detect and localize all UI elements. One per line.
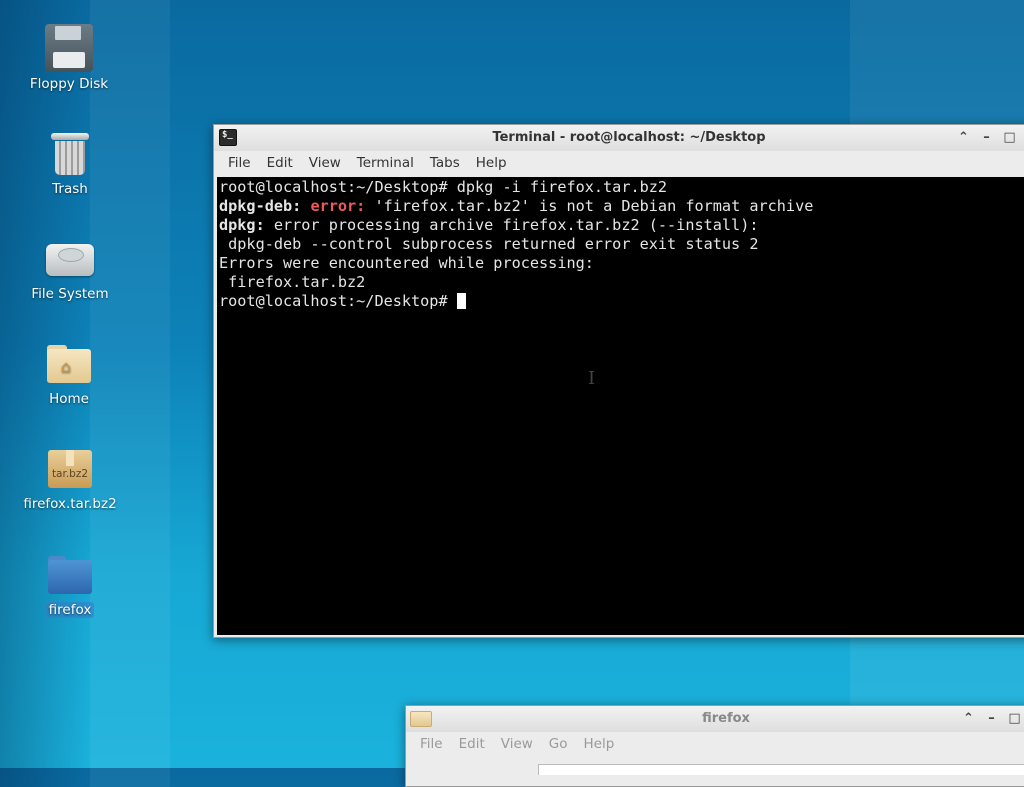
terminal-line: firefox.tar.bz2	[219, 273, 366, 291]
floppy-disk-icon	[45, 24, 93, 72]
folder-icon	[410, 711, 432, 727]
file-manager-window[interactable]: firefox ⌃ – □ File Edit View Go Help	[405, 705, 1024, 787]
ibeam-cursor-icon: I	[588, 368, 596, 389]
window-title: Terminal - root@localhost: ~/Desktop	[492, 130, 766, 145]
archive-icon: tar.bz2	[46, 444, 94, 492]
terminal-icon: $_	[219, 129, 237, 146]
desktop-icon-label: File System	[31, 286, 109, 302]
terminal-line: dpkg: error processing archive firefox.t…	[219, 216, 759, 234]
desktop-icon-label: firefox.tar.bz2	[23, 496, 117, 512]
desktop-icon-home[interactable]: ⌂ Home	[14, 339, 124, 407]
shade-button[interactable]: ⌃	[957, 706, 980, 732]
terminal-line: root@localhost:~/Desktop# dpkg -i firefo…	[219, 178, 668, 196]
terminal-line: dpkg-deb --control subprocess returned e…	[219, 235, 759, 253]
maximize-button[interactable]: □	[1003, 706, 1024, 732]
menu-edit[interactable]: Edit	[451, 736, 493, 752]
menu-tabs[interactable]: Tabs	[422, 155, 468, 171]
terminal-titlebar[interactable]: $_ Terminal - root@localhost: ~/Desktop …	[214, 125, 1024, 151]
desktop-icon-file-system[interactable]: File System	[15, 234, 125, 302]
terminal-menubar: File Edit View Terminal Tabs Help	[214, 151, 1024, 175]
location-bar[interactable]	[538, 764, 1024, 775]
terminal-line: dpkg-deb: error: 'firefox.tar.bz2' is no…	[219, 197, 814, 215]
archive-badge: tar.bz2	[51, 468, 89, 480]
menu-edit[interactable]: Edit	[259, 155, 301, 171]
terminal-prompt-line: root@localhost:~/Desktop#	[219, 292, 1024, 311]
hard-drive-icon	[46, 234, 94, 282]
desktop-icon-trash[interactable]: Trash	[15, 129, 125, 197]
desktop-icon-label: Floppy Disk	[29, 76, 109, 92]
shell-prompt: root@localhost:~/Desktop#	[219, 292, 457, 310]
home-folder-icon: ⌂	[45, 339, 93, 387]
terminal-window[interactable]: $_ Terminal - root@localhost: ~/Desktop …	[213, 124, 1024, 638]
menu-file[interactable]: File	[412, 736, 451, 752]
minimize-button[interactable]: –	[975, 125, 998, 151]
menu-help[interactable]: Help	[576, 736, 623, 752]
menu-file[interactable]: File	[220, 155, 259, 171]
desktop-icon-firefox-archive[interactable]: tar.bz2 firefox.tar.bz2	[15, 444, 125, 512]
menu-terminal[interactable]: Terminal	[349, 155, 422, 171]
desktop-icon-floppy-disk[interactable]: Floppy Disk	[14, 24, 124, 92]
file-manager-titlebar[interactable]: firefox ⌃ – □	[406, 706, 1024, 732]
menu-help[interactable]: Help	[468, 155, 515, 171]
maximize-button[interactable]: □	[998, 125, 1021, 151]
trash-icon	[51, 129, 89, 177]
desktop-icon-label: Trash	[52, 181, 88, 197]
terminal-line: Errors were encountered while processing…	[219, 254, 594, 272]
menu-go[interactable]: Go	[541, 736, 576, 752]
desktop-icon-label: firefox	[45, 602, 95, 618]
text-cursor	[456, 293, 466, 309]
window-title: firefox	[702, 711, 750, 726]
minimize-button[interactable]: –	[980, 706, 1003, 732]
file-manager-menubar: File Edit View Go Help	[406, 732, 1024, 756]
menu-view[interactable]: View	[493, 736, 541, 752]
terminal-output[interactable]: root@localhost:~/Desktop# dpkg -i firefo…	[217, 177, 1024, 635]
menu-view[interactable]: View	[301, 155, 349, 171]
shade-button[interactable]: ⌃	[952, 125, 975, 151]
desktop-icon-firefox-folder[interactable]: firefox	[15, 550, 125, 618]
desktop-icon-label: Home	[49, 391, 89, 407]
folder-icon	[46, 550, 94, 598]
